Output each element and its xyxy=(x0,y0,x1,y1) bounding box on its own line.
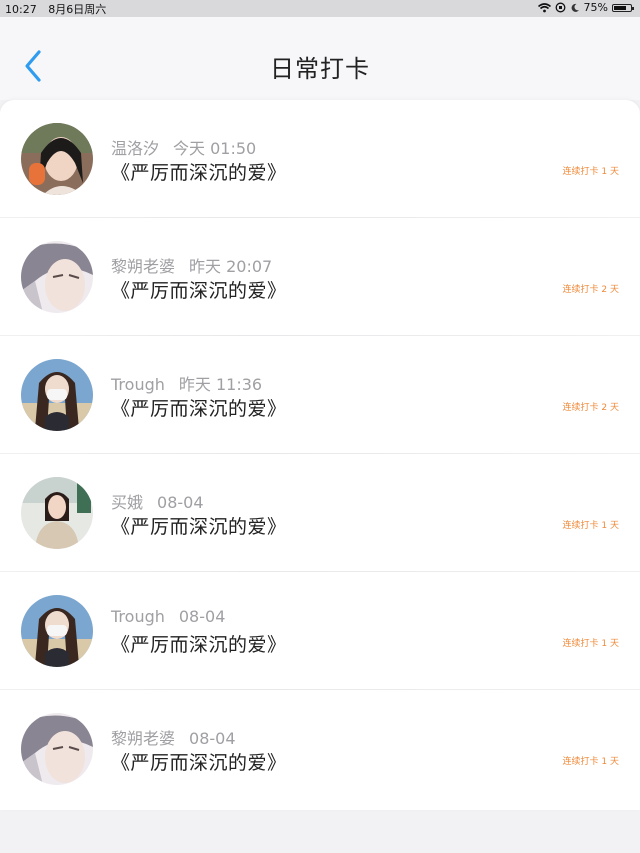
checkin-item[interactable]: 买娥 08-04 《严厉而深沉的爱》 连续打卡 1 天 xyxy=(0,454,640,572)
user-name: Trough xyxy=(111,607,165,626)
battery-icon xyxy=(612,3,634,12)
checkin-item[interactable]: 温洛汐 今天 01:50 《严厉而深沉的爱》 连续打卡 1 天 xyxy=(0,100,640,218)
book-title: 《严厉而深沉的爱》 xyxy=(111,752,287,774)
book-title: 《严厉而深沉的爱》 xyxy=(111,162,287,184)
checkin-time: 今天 01:50 xyxy=(173,139,257,158)
avatar[interactable] xyxy=(21,123,93,195)
checkin-item[interactable]: 黎朔老婆 昨天 20:07 《严厉而深沉的爱》 连续打卡 2 天 xyxy=(0,218,640,336)
avatar[interactable] xyxy=(21,359,93,431)
book-title: 《严厉而深沉的爱》 xyxy=(111,516,287,538)
user-name: 黎朔老婆 xyxy=(111,729,176,748)
streak-label: 连续打卡 1 天 xyxy=(562,757,619,767)
status-time: 10:27 xyxy=(5,3,37,16)
status-bar: 10:27 8月6日周六 75% xyxy=(0,0,640,17)
user-name: 买娥 xyxy=(111,493,144,512)
user-name: 黎朔老婆 xyxy=(111,257,176,276)
moon-icon xyxy=(571,3,579,12)
streak-label: 连续打卡 2 天 xyxy=(562,403,619,413)
streak-label: 连续打卡 1 天 xyxy=(562,639,619,649)
status-date: 8月6日周六 xyxy=(48,3,107,16)
checkin-list: 温洛汐 今天 01:50 《严厉而深沉的爱》 连续打卡 1 天 黎朔老婆 昨天 20… xyxy=(0,100,640,810)
streak-label: 连续打卡 1 天 xyxy=(562,521,619,531)
nav-header: 日常打卡 xyxy=(0,17,640,100)
orientation-lock-icon xyxy=(555,2,565,13)
avatar[interactable] xyxy=(21,713,93,785)
wifi-icon xyxy=(537,2,551,12)
checkin-item[interactable]: Trough 昨天 11:36 《严厉而深沉的爱》 连续打卡 2 天 xyxy=(0,336,640,454)
streak-label: 连续打卡 2 天 xyxy=(562,285,619,295)
status-left: 10:27 8月6日周六 xyxy=(5,1,114,17)
checkin-time: 昨天 11:36 xyxy=(178,375,263,394)
item-meta: 黎朔老婆 昨天 20:07 xyxy=(111,253,272,277)
user-name: 温洛汐 xyxy=(111,139,160,158)
checkin-time: 昨天 20:07 xyxy=(189,257,273,276)
user-name: Trough xyxy=(111,375,165,394)
item-meta: 黎朔老婆 08-04 xyxy=(111,725,236,749)
avatar[interactable] xyxy=(21,241,93,313)
avatar[interactable] xyxy=(21,595,93,667)
page-title: 日常打卡 xyxy=(270,55,370,83)
book-title: 《严厉而深沉的爱》 xyxy=(111,280,287,302)
item-meta: Trough 昨天 11:36 xyxy=(111,371,262,395)
book-title: 《严厉而深沉的爱》 xyxy=(111,634,287,656)
status-right: 75% xyxy=(537,1,634,14)
item-meta: Trough 08-04 xyxy=(111,607,225,626)
item-meta: 买娥 08-04 xyxy=(111,489,204,513)
checkin-time: 08-04 xyxy=(178,607,226,626)
checkin-item[interactable]: 黎朔老婆 08-04 《严厉而深沉的爱》 连续打卡 1 天 xyxy=(0,690,640,808)
battery-percent: 75% xyxy=(583,1,608,14)
checkin-item[interactable]: Trough 08-04 《严厉而深沉的爱》 连续打卡 1 天 xyxy=(0,572,640,690)
item-meta: 温洛汐 今天 01:50 xyxy=(111,135,256,159)
checkin-time: 08-04 xyxy=(157,493,204,512)
streak-label: 连续打卡 1 天 xyxy=(562,167,619,177)
battery-fill xyxy=(614,5,626,10)
avatar[interactable] xyxy=(21,477,93,549)
book-title: 《严厉而深沉的爱》 xyxy=(111,398,287,420)
checkin-time: 08-04 xyxy=(189,729,236,748)
